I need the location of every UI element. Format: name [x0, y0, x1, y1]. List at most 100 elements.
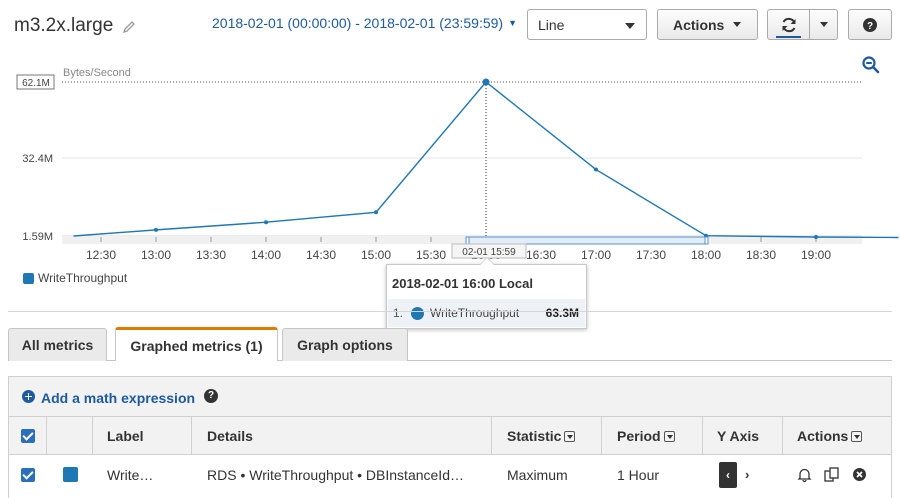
x-tick-label: 14:00 — [251, 248, 281, 262]
header-label: Actions — [797, 428, 849, 444]
details-column-header: Details — [192, 417, 492, 455]
refresh-interval-dropdown[interactable] — [809, 9, 838, 40]
row-yaxis: ‹ › — [703, 456, 783, 493]
x-tick-label: 16:30 — [526, 248, 556, 262]
tooltip-series-name: WriteThroughput — [430, 306, 520, 320]
x-tick-label: 12:30 — [86, 248, 116, 262]
select-all-cell — [9, 417, 47, 455]
tab-graphed-metrics[interactable]: Graphed metrics (1) — [115, 327, 278, 361]
add-math-expression-link[interactable]: Add a math expression — [41, 390, 195, 406]
help-icon: ? — [863, 17, 877, 32]
x-tick-label: 14:30 — [306, 248, 336, 262]
tab-label: Graph options — [297, 337, 393, 353]
header-label: Statistic — [507, 428, 562, 444]
remove-icon[interactable] — [852, 467, 867, 482]
tab-label: All metrics — [21, 337, 94, 353]
date-range-label: 2018-02-01 (00:00:00) - 2018-02-01 (23:5… — [212, 15, 504, 31]
help-icon[interactable]: ? — [204, 389, 218, 403]
row-select-cell — [9, 456, 47, 493]
chart-legend[interactable]: WriteThroughput — [23, 271, 127, 285]
yaxis-right-button[interactable]: › — [745, 467, 749, 482]
header-label: Details — [207, 428, 253, 444]
data-point — [374, 210, 378, 215]
row-details-text: RDS • WriteThroughput • DBInstanceId… — [207, 466, 464, 483]
x-tick-label: 17:30 — [636, 248, 666, 262]
x-tick-label: 13:30 — [196, 248, 226, 262]
row-details: RDS • WriteThroughput • DBInstanceId… — [192, 456, 492, 493]
series-color-swatch[interactable] — [62, 467, 78, 482]
x-tick-label: 18:00 — [691, 248, 721, 262]
label-column-header[interactable]: Label — [93, 417, 192, 455]
duplicate-icon[interactable] — [824, 467, 840, 482]
metrics-table-header: Label Details Statistic Period Y Axis Ac… — [9, 417, 891, 455]
caret-down-icon — [819, 22, 828, 27]
brush-handle-right — [704, 236, 709, 245]
data-point — [264, 220, 268, 225]
tab-graph-options[interactable]: Graph options — [282, 328, 408, 361]
y-tick-label: 32.4M — [22, 153, 53, 165]
dropdown-icon[interactable] — [851, 430, 863, 442]
x-tick-label: 15:30 — [416, 248, 446, 262]
period-column-header[interactable]: Period — [602, 417, 703, 455]
row-actions — [783, 456, 893, 493]
x-tick-label: 19:00 — [801, 248, 831, 262]
select-all-checkbox[interactable] — [20, 429, 35, 443]
row-statistic-text: Maximum — [507, 466, 568, 483]
y-tick-label: 62.1M — [22, 78, 50, 89]
tooltip-value: 63.3M — [545, 306, 579, 320]
edit-title-icon[interactable] — [122, 20, 136, 34]
row-period-text: 1 Hour — [617, 466, 660, 483]
row-label-text: Write… — [107, 466, 154, 483]
chart-type-value: Line — [538, 16, 565, 33]
x-tick-label: 15:00 — [361, 248, 391, 262]
actions-button-label: Actions — [673, 16, 725, 33]
brush-selection — [466, 236, 709, 245]
chart-type-select[interactable]: Line — [527, 9, 647, 40]
yaxis-left-button[interactable]: ‹ — [719, 461, 737, 488]
line-chart[interactable]: Bytes/Second 1.59M 32.4M 62.1M 12:30 13:00 1… — [0, 56, 900, 266]
refresh-active-indicator — [776, 36, 801, 38]
actions-column-header[interactable]: Actions — [783, 417, 893, 455]
x-axis-band — [62, 236, 862, 244]
x-tick-label: 17:00 — [581, 248, 611, 262]
table-row[interactable]: Write… RDS • WriteThroughput • DBInstanc… — [9, 456, 891, 493]
row-color-cell — [47, 456, 93, 493]
row-statistic[interactable]: Maximum — [492, 456, 602, 493]
caret-down-icon: ▼ — [508, 18, 518, 28]
dropdown-icon[interactable] — [564, 430, 576, 442]
legend-swatch — [23, 272, 34, 284]
highlight-point — [482, 78, 490, 86]
x-tick-label: 13:00 — [141, 248, 171, 262]
brush-handle-left — [465, 236, 470, 245]
color-column-header — [47, 417, 93, 455]
chart-overlay: 02-01 15:59 — [451, 78, 709, 259]
row-label[interactable]: Write… — [93, 456, 192, 493]
y-axis-label: Bytes/Second — [63, 67, 131, 79]
chevron-down-icon — [625, 23, 635, 29]
bell-icon[interactable] — [797, 467, 812, 482]
date-range-selector[interactable]: 2018-02-01 (00:00:00) - 2018-02-01 (23:5… — [212, 15, 517, 31]
help-button[interactable]: ? — [848, 9, 892, 40]
statistic-column-header[interactable]: Statistic — [492, 417, 602, 455]
tooltip-title: 2018-02-01 16:00 Local — [392, 276, 533, 291]
series-color-dot — [411, 306, 425, 320]
x-tick-label: 18:30 — [746, 248, 776, 262]
graphed-metrics-panel: Add a math expression ? Label Details St… — [8, 376, 892, 498]
actions-button[interactable]: Actions — [657, 9, 758, 40]
data-point — [594, 167, 598, 172]
plus-circle-icon[interactable] — [22, 390, 35, 403]
row-period[interactable]: 1 Hour — [602, 456, 703, 493]
yaxis-column-header: Y Axis — [703, 417, 783, 455]
dropdown-icon[interactable] — [663, 430, 675, 442]
header-label: Y Axis — [717, 428, 760, 444]
header-label: Period — [617, 428, 661, 444]
y-axis-ticks: 1.59M 32.4M 62.1M — [16, 74, 55, 243]
row-checkbox[interactable] — [21, 467, 35, 482]
tooltip-row-index: 1. — [393, 306, 404, 320]
tab-all-metrics[interactable]: All metrics — [8, 328, 107, 361]
tooltip-row: 1. WriteThroughput 63.3M — [388, 299, 585, 327]
caret-down-icon — [733, 22, 742, 27]
divider — [8, 311, 892, 312]
chart-tooltip: 2018-02-01 16:00 Local 1. WriteThroughpu… — [386, 257, 587, 329]
tab-label: Graphed metrics (1) — [130, 337, 263, 354]
